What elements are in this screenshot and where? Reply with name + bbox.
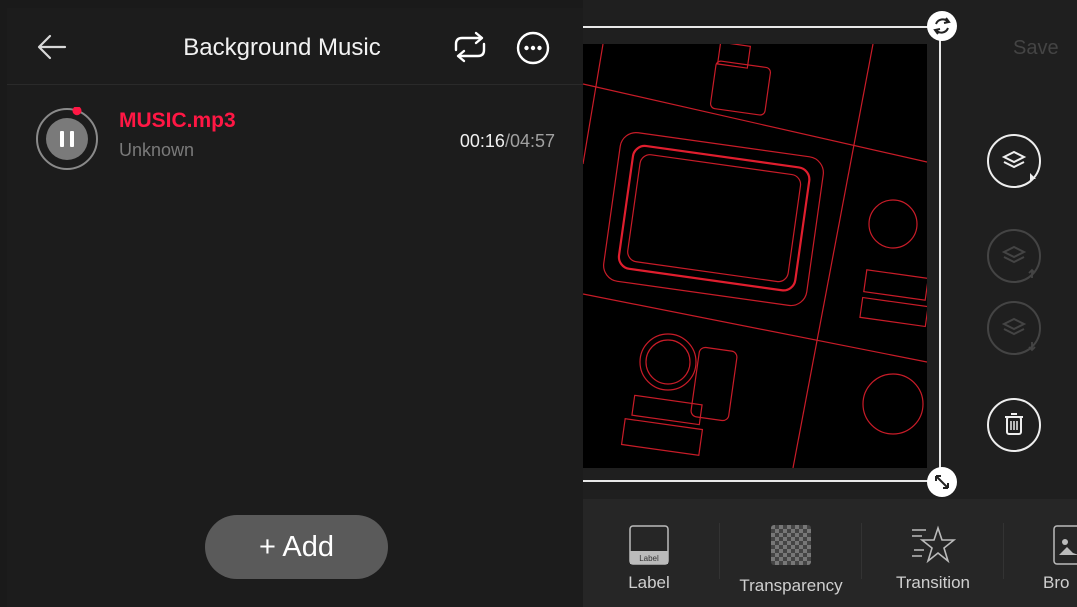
- background-music-panel: Background Music MUSIC.mp3 Unknown 00:16…: [7, 8, 583, 607]
- label-icon-text: Label: [639, 554, 659, 563]
- label-icon: Label: [629, 525, 669, 565]
- tab-label-text: Label: [628, 573, 670, 592]
- back-button[interactable]: [35, 32, 69, 62]
- preview-canvas[interactable]: [583, 44, 927, 468]
- loop-icon: [454, 31, 486, 63]
- loop-button[interactable]: [452, 30, 488, 64]
- track-time: 00:16/04:57: [460, 131, 555, 152]
- rotate-icon: [933, 17, 951, 35]
- divider: [719, 523, 720, 579]
- save-button[interactable]: Save: [1013, 37, 1059, 60]
- layers-select-icon: [987, 134, 1041, 188]
- divider: [861, 523, 862, 579]
- resize-handle[interactable]: [927, 467, 957, 497]
- total-time: 04:57: [509, 131, 555, 151]
- tool-bar: Label Label Transparency Transition Bro: [583, 499, 1077, 607]
- selection-frame[interactable]: [583, 26, 941, 482]
- resize-icon: [935, 475, 949, 489]
- page-title: Background Music: [183, 34, 381, 61]
- back-arrow-icon: [37, 34, 67, 60]
- trash-icon: [987, 398, 1041, 452]
- more-icon: [516, 31, 550, 65]
- tab-transparency[interactable]: Transparency: [731, 499, 851, 607]
- device-outline-image: [583, 44, 927, 468]
- transition-icon: [912, 525, 956, 564]
- rotate-handle[interactable]: [927, 11, 957, 41]
- tab-browse-text: Bro: [1043, 573, 1070, 592]
- transparency-icon: [771, 525, 811, 565]
- tab-transition-text: Transition: [895, 573, 970, 592]
- tab-label[interactable]: Label Label: [601, 499, 697, 607]
- tab-browse[interactable]: Bro: [1023, 499, 1077, 607]
- play-pause-button[interactable]: [35, 106, 99, 171]
- panel-header: Background Music: [7, 8, 583, 85]
- divider: [1003, 523, 1004, 579]
- elapsed-time: 00:16: [459, 131, 505, 151]
- add-music-button[interactable]: + Add: [205, 515, 388, 579]
- tab-transition[interactable]: Transition: [873, 499, 993, 607]
- layer-up-button[interactable]: [986, 228, 1042, 284]
- layer-down-icon: [987, 301, 1041, 355]
- pause-icon: [36, 106, 98, 170]
- track-artist: Unknown: [119, 140, 195, 160]
- track-row[interactable]: MUSIC.mp3 Unknown 00:16/04:57: [35, 104, 565, 174]
- layer-down-button[interactable]: [986, 300, 1042, 356]
- tab-transparency-text: Transparency: [739, 576, 843, 595]
- editor-panel: Save Label Label Transparency Transition…: [583, 0, 1077, 607]
- track-name: MUSIC.mp3: [119, 109, 236, 132]
- image-icon: [1053, 525, 1077, 565]
- select-layer-button[interactable]: [986, 133, 1042, 189]
- delete-button[interactable]: [986, 397, 1042, 453]
- more-button[interactable]: [515, 30, 551, 66]
- layer-up-icon: [987, 229, 1041, 283]
